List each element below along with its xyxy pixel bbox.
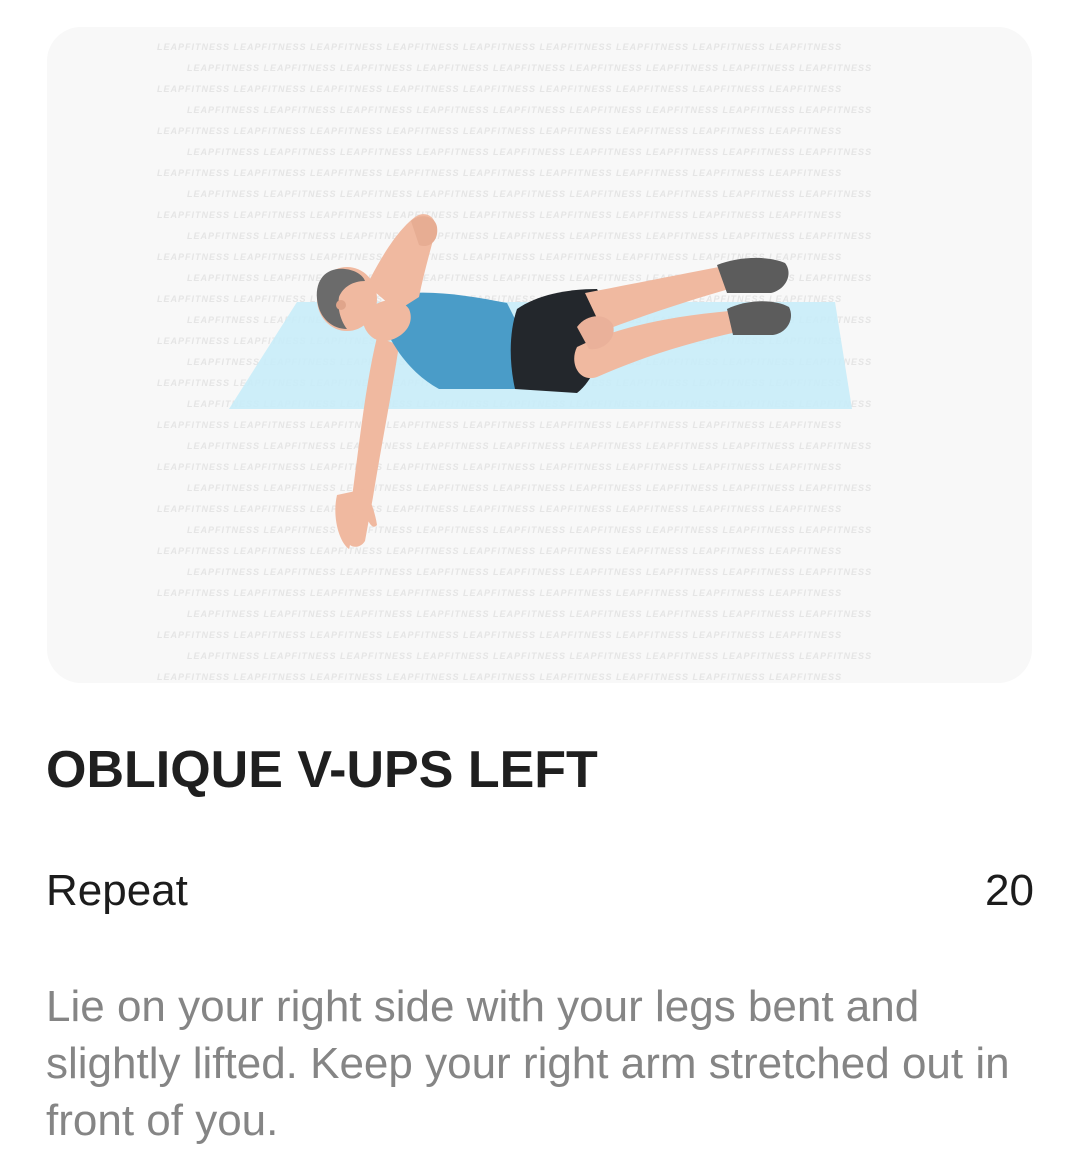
figure-bottom-shoe xyxy=(727,301,792,335)
figure-ear xyxy=(336,300,346,310)
exercise-title: OBLIQUE V-UPS LEFT xyxy=(46,741,598,799)
figure-top-shoe xyxy=(717,257,789,293)
repeat-count: 20 xyxy=(985,866,1034,915)
exercise-description: Lie on your right side with your legs be… xyxy=(46,982,1010,1145)
exercise-illustration: LEAPFITNESS LEAPFITNESS LEAPFITNESS LEAP… xyxy=(47,27,1032,683)
repeat-label: Repeat xyxy=(46,866,188,915)
exercise-figure xyxy=(229,214,852,549)
repeat-row: Repeat 20 xyxy=(46,866,1034,926)
